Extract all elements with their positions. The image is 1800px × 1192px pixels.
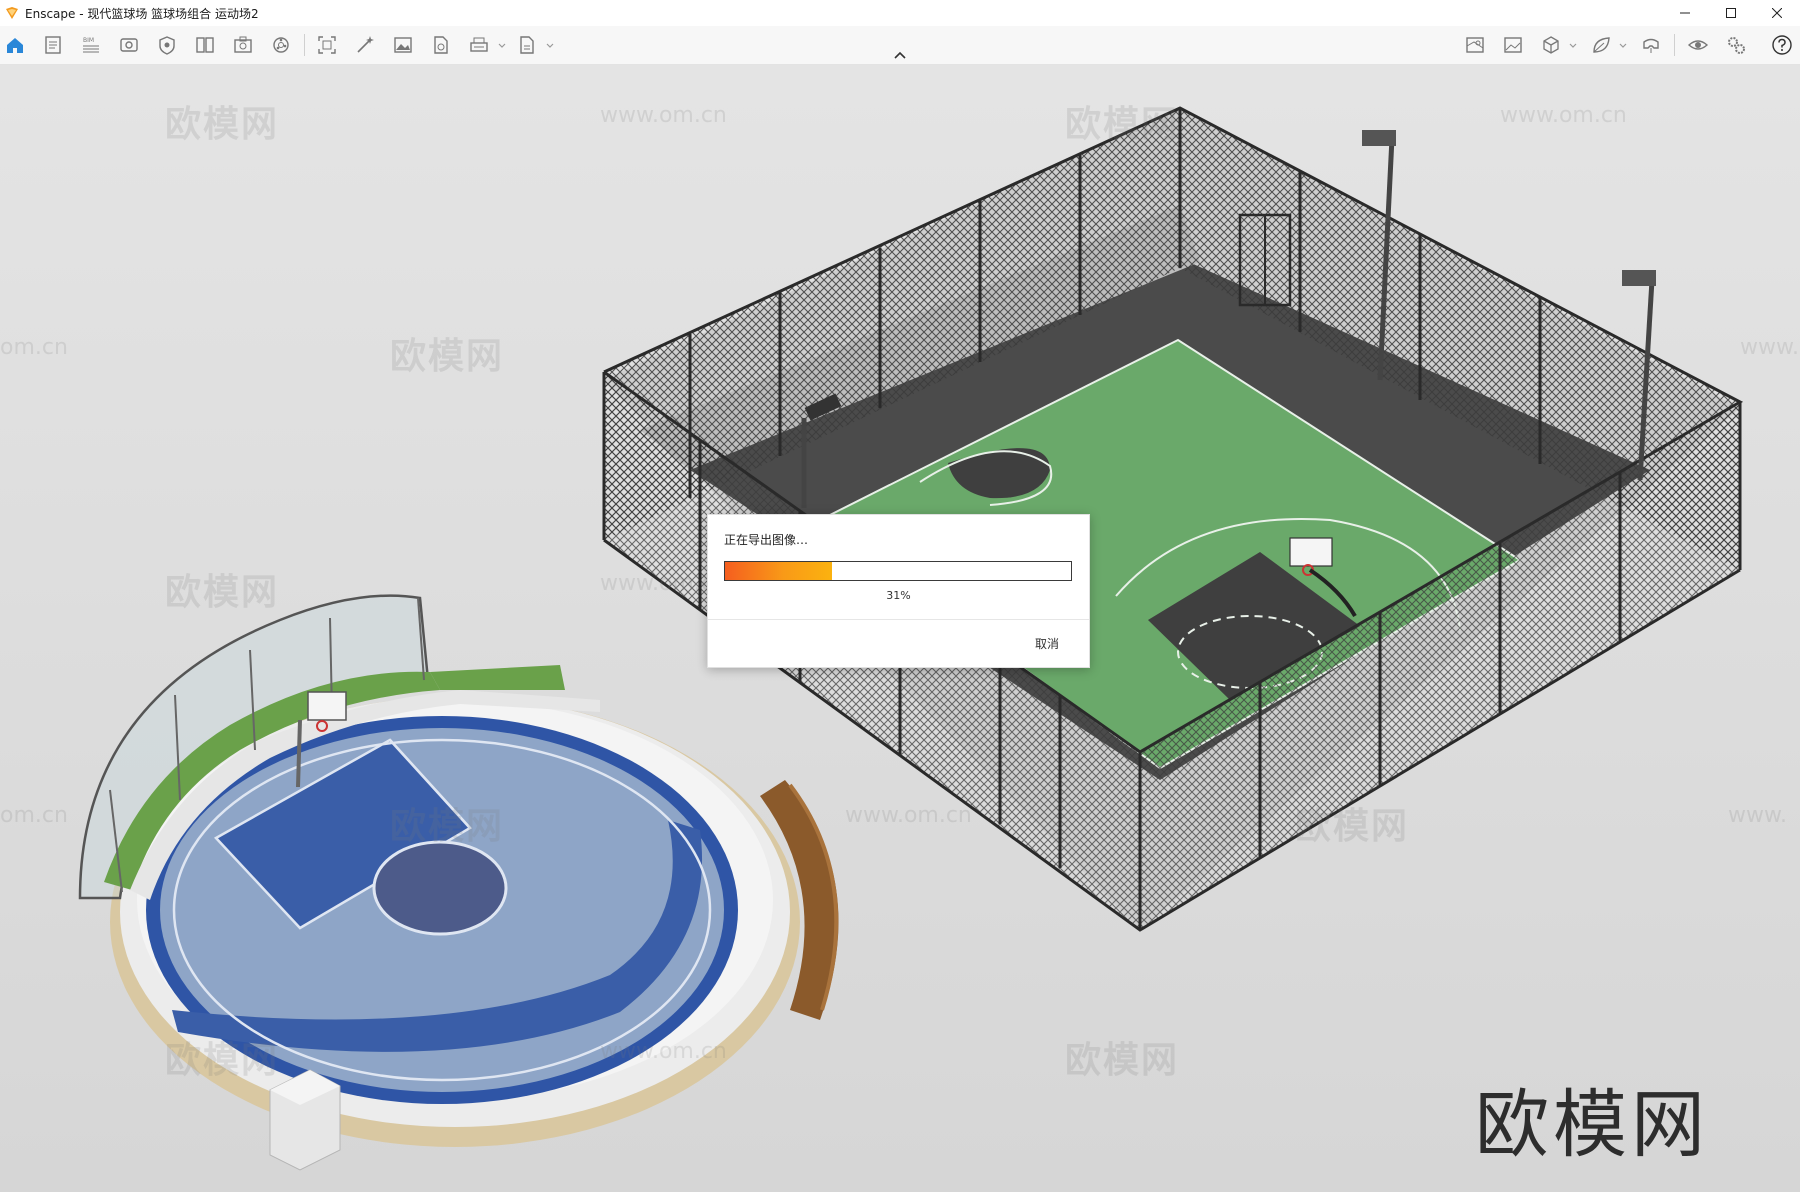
minimize-icon bbox=[1680, 12, 1690, 14]
help-icon bbox=[1772, 35, 1792, 55]
close-icon bbox=[1772, 8, 1782, 18]
home-button[interactable] bbox=[2, 32, 28, 58]
vr-headset-icon bbox=[1643, 38, 1659, 53]
capture-button[interactable] bbox=[314, 32, 340, 58]
leaf-icon bbox=[1593, 37, 1610, 53]
export-progress-dialog: 正在导出图像… 31% 取消 bbox=[707, 514, 1090, 668]
gears-icon bbox=[1728, 37, 1745, 54]
cube-icon bbox=[1543, 36, 1559, 54]
image-panel-button[interactable] bbox=[1500, 32, 1526, 58]
chevron-down-icon[interactable] bbox=[1568, 41, 1578, 51]
maximize-button[interactable] bbox=[1708, 0, 1754, 26]
home-icon bbox=[7, 38, 23, 53]
cancel-button[interactable]: 取消 bbox=[1035, 635, 1059, 652]
sun-icon bbox=[273, 37, 289, 53]
window-title: Enscape - 现代篮球场 篮球场组合 运动场2 bbox=[25, 6, 259, 21]
bim-icon: BIM bbox=[83, 37, 99, 53]
toolbar-separator bbox=[1674, 34, 1675, 56]
capture-icon bbox=[318, 36, 336, 54]
chevron-down-icon[interactable] bbox=[497, 41, 507, 51]
help-button[interactable] bbox=[1769, 32, 1795, 58]
materials-icon bbox=[196, 37, 214, 53]
visual-settings-button[interactable] bbox=[154, 32, 180, 58]
sun-button[interactable] bbox=[268, 32, 294, 58]
render-image-button[interactable] bbox=[390, 32, 416, 58]
eye-icon bbox=[1687, 40, 1709, 50]
progress-bar-fill bbox=[725, 562, 833, 580]
image-panel-icon bbox=[1504, 37, 1522, 53]
settings-button[interactable] bbox=[1723, 32, 1749, 58]
progress-percent: 31% bbox=[886, 589, 911, 602]
asset-library-button[interactable] bbox=[230, 32, 256, 58]
render-image-icon bbox=[394, 37, 412, 53]
views-button[interactable] bbox=[116, 32, 142, 58]
web-export-button[interactable] bbox=[514, 32, 540, 58]
export-message: 正在导出图像… bbox=[724, 533, 809, 547]
enscape-logo-icon bbox=[6, 7, 18, 19]
materials-button[interactable] bbox=[192, 32, 218, 58]
collapse-toolbar-chevron-icon[interactable] bbox=[892, 50, 908, 62]
magic-wand-icon bbox=[357, 36, 374, 53]
bim-button[interactable]: BIM bbox=[78, 32, 104, 58]
batch-render-button[interactable] bbox=[428, 32, 454, 58]
chevron-down-icon[interactable] bbox=[545, 41, 555, 51]
file-button[interactable] bbox=[40, 32, 66, 58]
brand-watermark: 欧模网 bbox=[1475, 1082, 1709, 1168]
asset-library-icon bbox=[234, 36, 252, 53]
dialog-divider bbox=[708, 619, 1089, 620]
map-button[interactable] bbox=[1462, 32, 1488, 58]
eye-button[interactable] bbox=[1685, 32, 1711, 58]
visual-settings-icon bbox=[159, 36, 175, 55]
chevron-down-icon[interactable] bbox=[1618, 41, 1628, 51]
title-bar: Enscape - 现代篮球场 篮球场组合 运动场2 bbox=[0, 0, 1800, 26]
leaf-button[interactable] bbox=[1588, 32, 1614, 58]
vr-headset-button[interactable] bbox=[1638, 32, 1664, 58]
batch-render-icon bbox=[434, 36, 448, 54]
file-icon bbox=[45, 36, 61, 54]
minimize-button[interactable] bbox=[1662, 0, 1708, 26]
cube-button[interactable] bbox=[1538, 32, 1564, 58]
toolbar-separator bbox=[304, 34, 305, 56]
export-button[interactable] bbox=[466, 32, 492, 58]
maximize-icon bbox=[1726, 8, 1736, 18]
map-icon bbox=[1466, 37, 1484, 53]
views-icon bbox=[120, 38, 138, 52]
progress-bar bbox=[724, 561, 1072, 581]
web-export-icon bbox=[520, 36, 534, 54]
svg-text:BIM: BIM bbox=[83, 37, 94, 44]
close-button[interactable] bbox=[1754, 0, 1800, 26]
export-icon bbox=[470, 37, 488, 52]
magic-wand-button[interactable] bbox=[352, 32, 378, 58]
